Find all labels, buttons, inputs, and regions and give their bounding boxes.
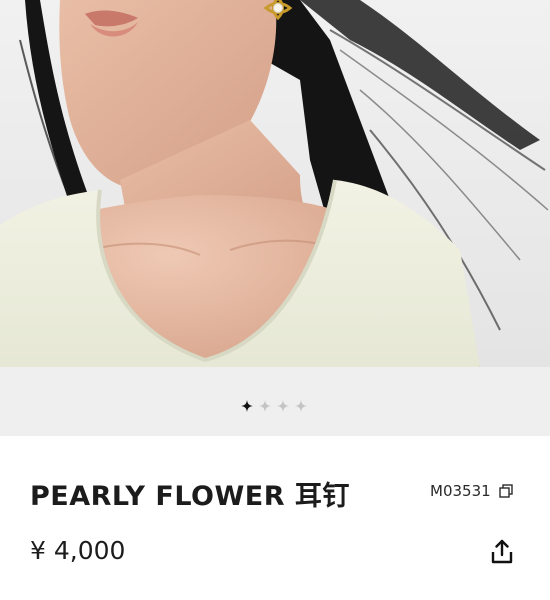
share-button[interactable] xyxy=(490,539,514,565)
share-icon xyxy=(491,539,513,564)
sparkle-star-icon xyxy=(241,400,253,412)
carousel-dot-3[interactable] xyxy=(276,399,290,413)
sparkle-star-icon xyxy=(277,400,289,412)
carousel-dot-1[interactable] xyxy=(240,399,254,413)
carousel-dots xyxy=(240,399,308,413)
product-hero-image[interactable] xyxy=(0,0,550,367)
sparkle-star-icon xyxy=(259,400,271,412)
product-title: PEARLY FLOWER 耳钉 xyxy=(30,481,350,512)
product-sku-row: M03531 xyxy=(430,481,514,501)
carousel-dot-2[interactable] xyxy=(258,399,272,413)
model-photo xyxy=(0,0,550,367)
carousel-dot-4[interactable] xyxy=(294,399,308,413)
product-sku: M03531 xyxy=(430,482,491,500)
copy-icon[interactable] xyxy=(498,483,514,499)
sparkle-star-icon xyxy=(295,400,307,412)
product-price: ¥ 4,000 xyxy=(30,536,126,565)
